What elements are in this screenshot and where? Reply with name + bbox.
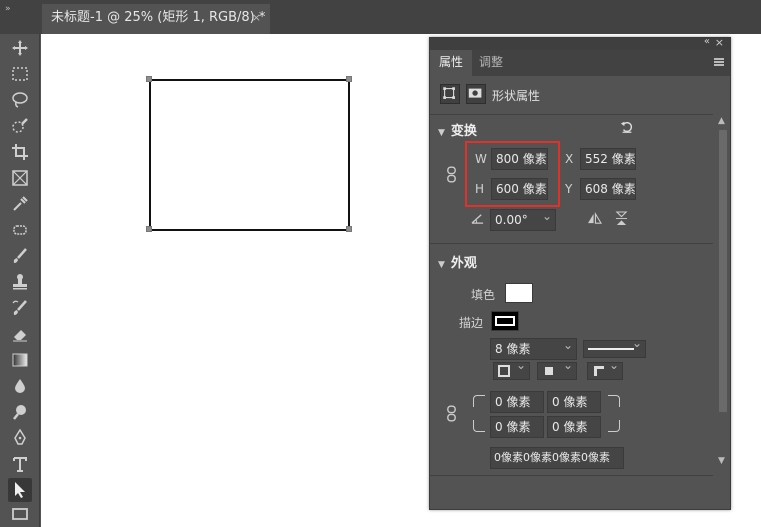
- stroke-color-swatch[interactable]: [491, 311, 519, 331]
- y-label: Y: [565, 182, 573, 196]
- appearance-section-header[interactable]: ▼ 外观: [438, 252, 477, 271]
- rectangle-tool-icon[interactable]: [8, 502, 32, 526]
- corner-bl-icon: [473, 420, 485, 432]
- corner-br-icon: [608, 420, 620, 432]
- stroke-width-dropdown[interactable]: 8 像素: [490, 338, 577, 360]
- divider: [430, 243, 713, 244]
- type-tool-icon[interactable]: [8, 452, 32, 476]
- history-brush-icon[interactable]: [8, 296, 32, 320]
- shape-transform-icon[interactable]: [440, 84, 460, 104]
- panel-menu-icon[interactable]: [714, 58, 724, 66]
- scroll-up-icon[interactable]: ▲: [718, 116, 725, 126]
- transform-handle-bl[interactable]: [146, 226, 152, 232]
- properties-panel: « × 属性 调整 形状属性 ▼ 变换 W 800 像素 H 600 像素 X 5…: [429, 36, 731, 510]
- fill-label: 填色: [471, 288, 496, 302]
- panel-header: « ×: [430, 36, 730, 50]
- y-position-field[interactable]: 608 像素: [580, 178, 636, 200]
- angle-icon: [471, 212, 485, 226]
- panel-scrollbar[interactable]: ▲ ▼: [716, 116, 730, 488]
- stroke-corners-dropdown[interactable]: [587, 358, 623, 380]
- corner-radius-tr-field[interactable]: 0 像素: [547, 391, 601, 413]
- document-tab-title: 未标题-1 @ 25% (矩形 1, RGB/8) *: [51, 10, 266, 25]
- transform-title: 变换: [450, 124, 477, 139]
- tab-adjustments[interactable]: 调整: [470, 50, 512, 76]
- angle-dropdown[interactable]: 0.00°: [490, 209, 556, 231]
- collapse-toolbar-icon[interactable]: »: [5, 4, 10, 14]
- scroll-down-icon[interactable]: ▼: [718, 456, 725, 466]
- stroke-type-dropdown[interactable]: [583, 336, 646, 358]
- corner-radius-tl-field[interactable]: 0 像素: [490, 391, 544, 413]
- x-label: X: [565, 152, 574, 166]
- highlight-box: [465, 141, 560, 207]
- chevron-down-icon: ▼: [438, 128, 445, 138]
- quick-select-tool-icon[interactable]: [8, 114, 32, 138]
- eyedropper-tool-icon[interactable]: [8, 192, 32, 216]
- brush-tool-icon[interactable]: [8, 244, 32, 268]
- link-corners-icon[interactable]: [446, 405, 458, 423]
- stroke-label: 描边: [459, 316, 484, 330]
- close-tab-icon[interactable]: ×: [252, 4, 261, 32]
- corner-radius-bl-field[interactable]: 0 像素: [490, 416, 544, 438]
- link-dimensions-icon[interactable]: [446, 166, 458, 184]
- crop-tool-icon[interactable]: [8, 140, 32, 164]
- transform-section-header[interactable]: ▼ 变换: [438, 120, 477, 139]
- document-tab-bar: » 未标题-1 @ 25% (矩形 1, RGB/8) * ×: [0, 0, 761, 34]
- divider: [430, 114, 713, 115]
- healing-brush-icon[interactable]: [8, 218, 32, 242]
- move-tool-icon[interactable]: [8, 36, 32, 60]
- dodge-tool-icon[interactable]: [8, 400, 32, 424]
- x-position-field[interactable]: 552 像素: [580, 148, 636, 170]
- reset-transform-icon[interactable]: [620, 120, 636, 136]
- marquee-tool-icon[interactable]: [8, 62, 32, 86]
- corner-tr-icon: [608, 395, 620, 407]
- tools-panel: [0, 34, 40, 527]
- stamp-tool-icon[interactable]: [8, 270, 32, 294]
- transform-handle-tr[interactable]: [346, 76, 352, 82]
- stroke-caps-dropdown[interactable]: [537, 358, 577, 380]
- lasso-tool-icon[interactable]: [8, 88, 32, 112]
- corner-tl-icon: [473, 395, 485, 407]
- collapse-panel-icon[interactable]: «: [704, 36, 710, 47]
- frame-tool-icon[interactable]: [8, 166, 32, 190]
- flip-horizontal-icon[interactable]: [587, 211, 603, 226]
- flip-vertical-icon[interactable]: [615, 211, 629, 227]
- transform-handle-tl[interactable]: [146, 76, 152, 82]
- gradient-tool-icon[interactable]: [8, 348, 32, 372]
- document-tab[interactable]: 未标题-1 @ 25% (矩形 1, RGB/8) * ×: [42, 4, 270, 34]
- divider: [430, 475, 713, 476]
- shape-mask-icon[interactable]: [466, 84, 486, 104]
- fill-color-swatch[interactable]: [505, 283, 533, 303]
- chevron-down-icon: ▼: [438, 260, 445, 270]
- shape-kind-label: 形状属性: [492, 89, 541, 103]
- eraser-tool-icon[interactable]: [8, 322, 32, 346]
- appearance-title: 外观: [450, 256, 477, 271]
- transform-handle-br[interactable]: [346, 226, 352, 232]
- corner-radius-summary[interactable]: 0像素0像素0像素0像素: [490, 447, 624, 469]
- path-select-tool-icon[interactable]: [8, 478, 32, 502]
- blur-tool-icon[interactable]: [8, 374, 32, 398]
- stroke-align-dropdown[interactable]: [493, 358, 530, 380]
- rectangle-shape[interactable]: [149, 79, 350, 231]
- tab-properties[interactable]: 属性: [430, 50, 473, 76]
- scrollbar-thumb[interactable]: [719, 130, 727, 412]
- pen-tool-icon[interactable]: [8, 426, 32, 450]
- corner-radius-br-field[interactable]: 0 像素: [547, 416, 601, 438]
- close-panel-icon[interactable]: ×: [715, 36, 724, 49]
- panel-tabs: 属性 调整: [430, 50, 730, 76]
